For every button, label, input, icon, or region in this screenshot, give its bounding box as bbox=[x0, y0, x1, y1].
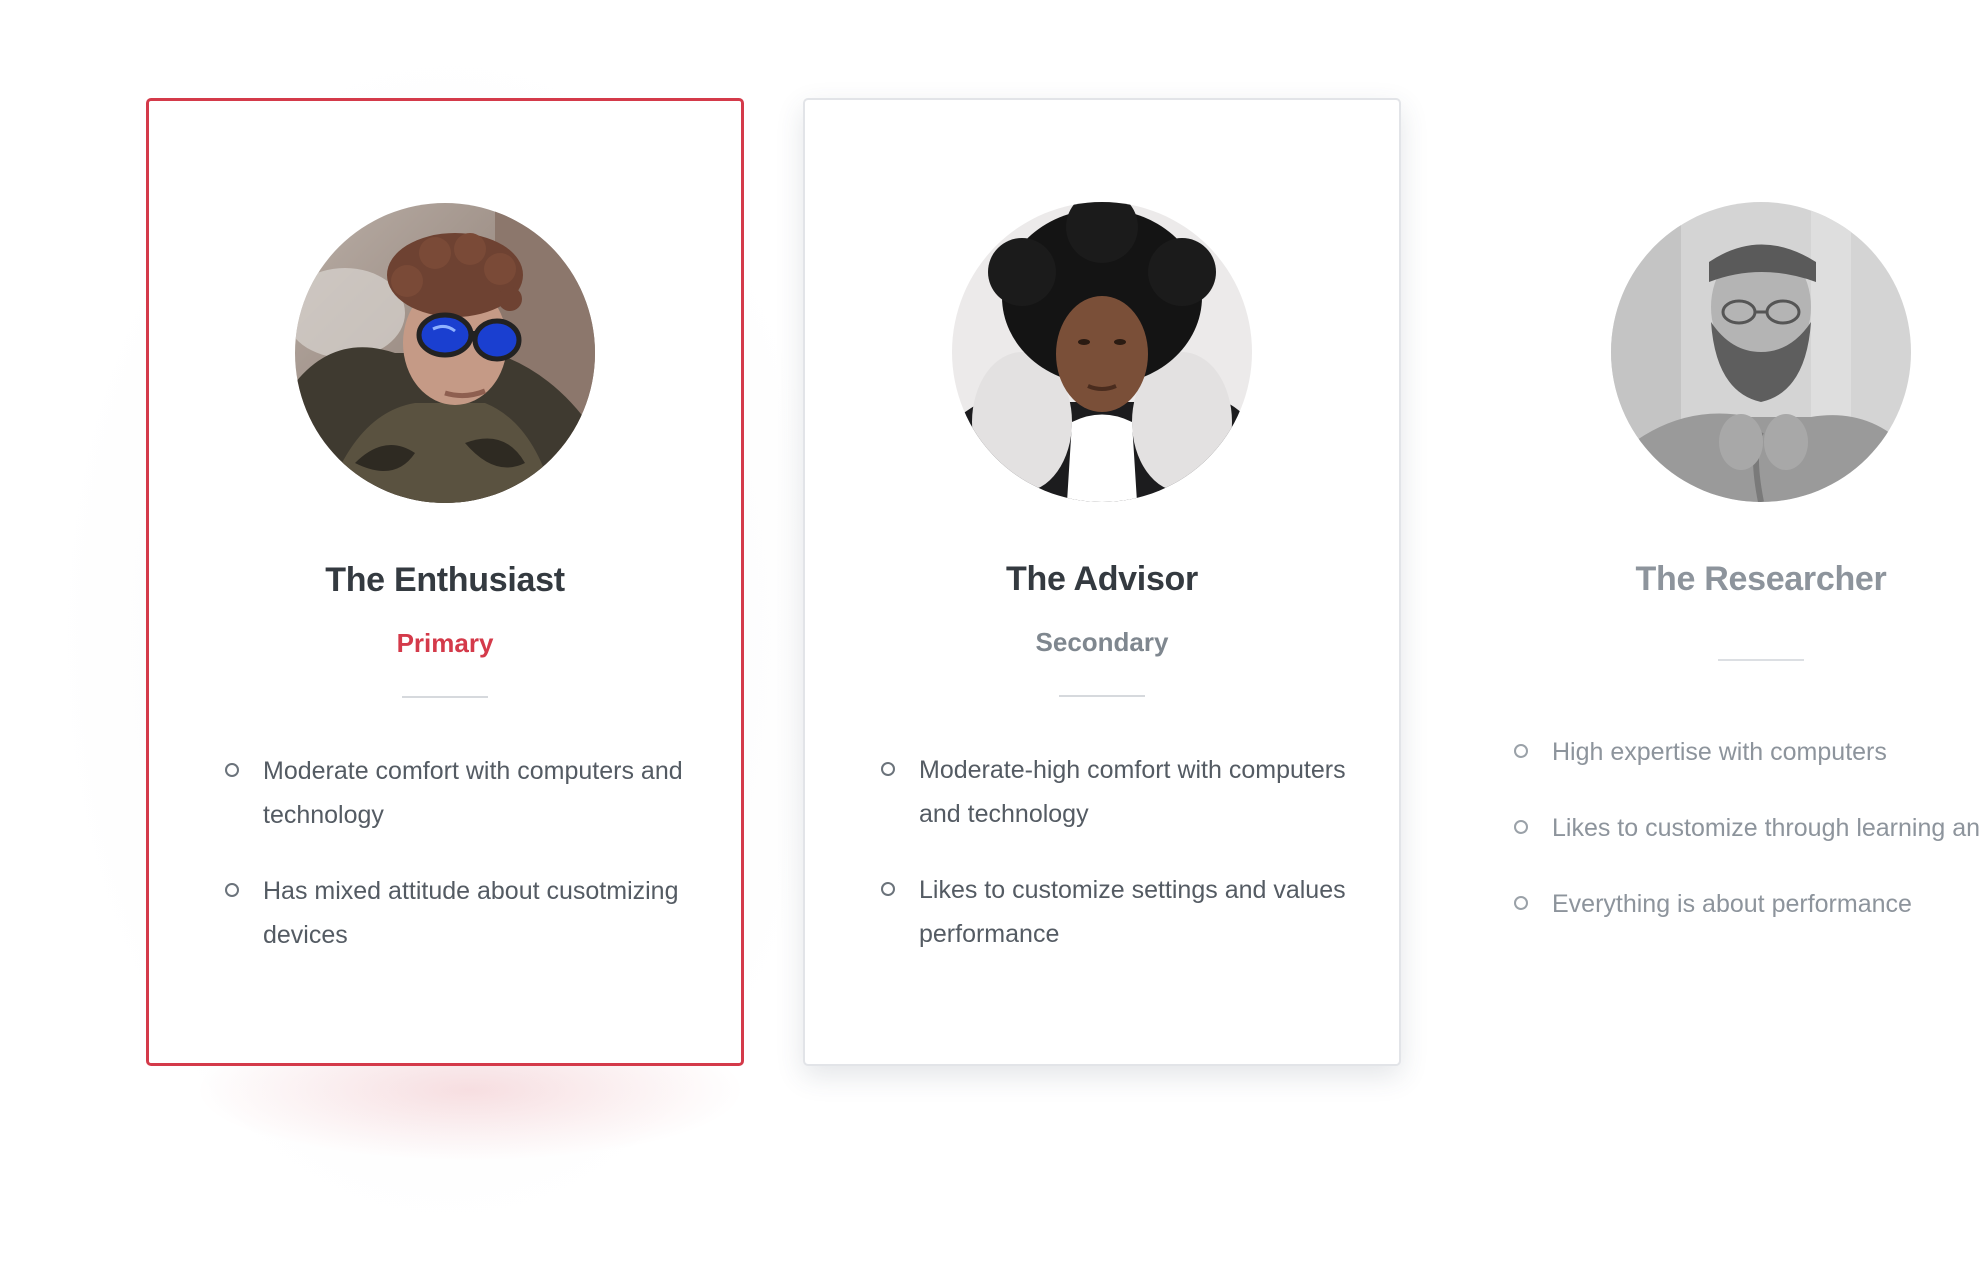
trait-item: Moderate-high comfort with computers and… bbox=[881, 748, 1359, 836]
trait-item: Moderate comfort with computers and tech… bbox=[225, 749, 701, 837]
person-with-blue-sunglasses-photo bbox=[295, 203, 595, 503]
circle-bullet-icon bbox=[1514, 744, 1528, 758]
persona-traits-list: High expertise with computers Likes to c… bbox=[1514, 730, 1980, 958]
trait-item: Everything is about performance bbox=[1514, 882, 1980, 926]
persona-traits-list: Moderate-high comfort with computers and… bbox=[881, 748, 1359, 988]
persona-section: The Enthusiast Primary Moderate comfort … bbox=[0, 0, 1980, 1286]
circle-bullet-icon bbox=[881, 882, 895, 896]
persona-name: The Enthusiast bbox=[325, 561, 565, 599]
persona-avatar bbox=[295, 203, 595, 503]
persona-traits-list: Moderate comfort with computers and tech… bbox=[225, 749, 701, 989]
divider bbox=[1718, 659, 1804, 661]
trait-item: Likes to customize through learning and … bbox=[1514, 806, 1980, 850]
trait-text: Everything is about performance bbox=[1552, 890, 1912, 918]
persona-role-badge: Primary bbox=[396, 628, 494, 658]
circle-bullet-icon bbox=[225, 763, 239, 777]
circle-bullet-icon bbox=[1514, 896, 1528, 910]
circle-bullet-icon bbox=[881, 762, 895, 776]
trait-text: Has mixed attitude about cusotmizing dev… bbox=[263, 877, 679, 949]
circle-bullet-icon bbox=[1514, 820, 1528, 834]
persona-role-badge: Secondary bbox=[1035, 627, 1169, 657]
persona-card-researcher[interactable]: The Researcher High expertise with compu… bbox=[1462, 98, 1980, 1066]
persona-card-advisor[interactable]: The Advisor Secondary Moderate-high comf… bbox=[803, 98, 1401, 1066]
trait-text: Likes to customize through learning and … bbox=[1552, 814, 1980, 842]
trait-text: Likes to customize settings and values p… bbox=[919, 876, 1346, 948]
trait-text: Moderate-high comfort with computers and… bbox=[919, 756, 1346, 828]
trait-text: Moderate comfort with computers and tech… bbox=[263, 757, 683, 829]
bearded-person-with-glasses-photo bbox=[1611, 202, 1911, 502]
persona-name: The Researcher bbox=[1635, 560, 1887, 598]
persona-avatar bbox=[1611, 202, 1911, 502]
trait-item: Likes to customize settings and values p… bbox=[881, 868, 1359, 956]
trait-item: High expertise with computers bbox=[1514, 730, 1980, 774]
person-with-fur-hood-photo bbox=[952, 202, 1252, 502]
divider bbox=[1059, 695, 1145, 697]
trait-item: Has mixed attitude about cusotmizing dev… bbox=[225, 869, 701, 957]
persona-name: The Advisor bbox=[1006, 560, 1198, 598]
divider bbox=[402, 696, 488, 698]
trait-text: High expertise with computers bbox=[1552, 738, 1887, 766]
persona-card-enthusiast[interactable]: The Enthusiast Primary Moderate comfort … bbox=[146, 98, 744, 1066]
persona-avatar bbox=[952, 202, 1252, 502]
circle-bullet-icon bbox=[225, 883, 239, 897]
